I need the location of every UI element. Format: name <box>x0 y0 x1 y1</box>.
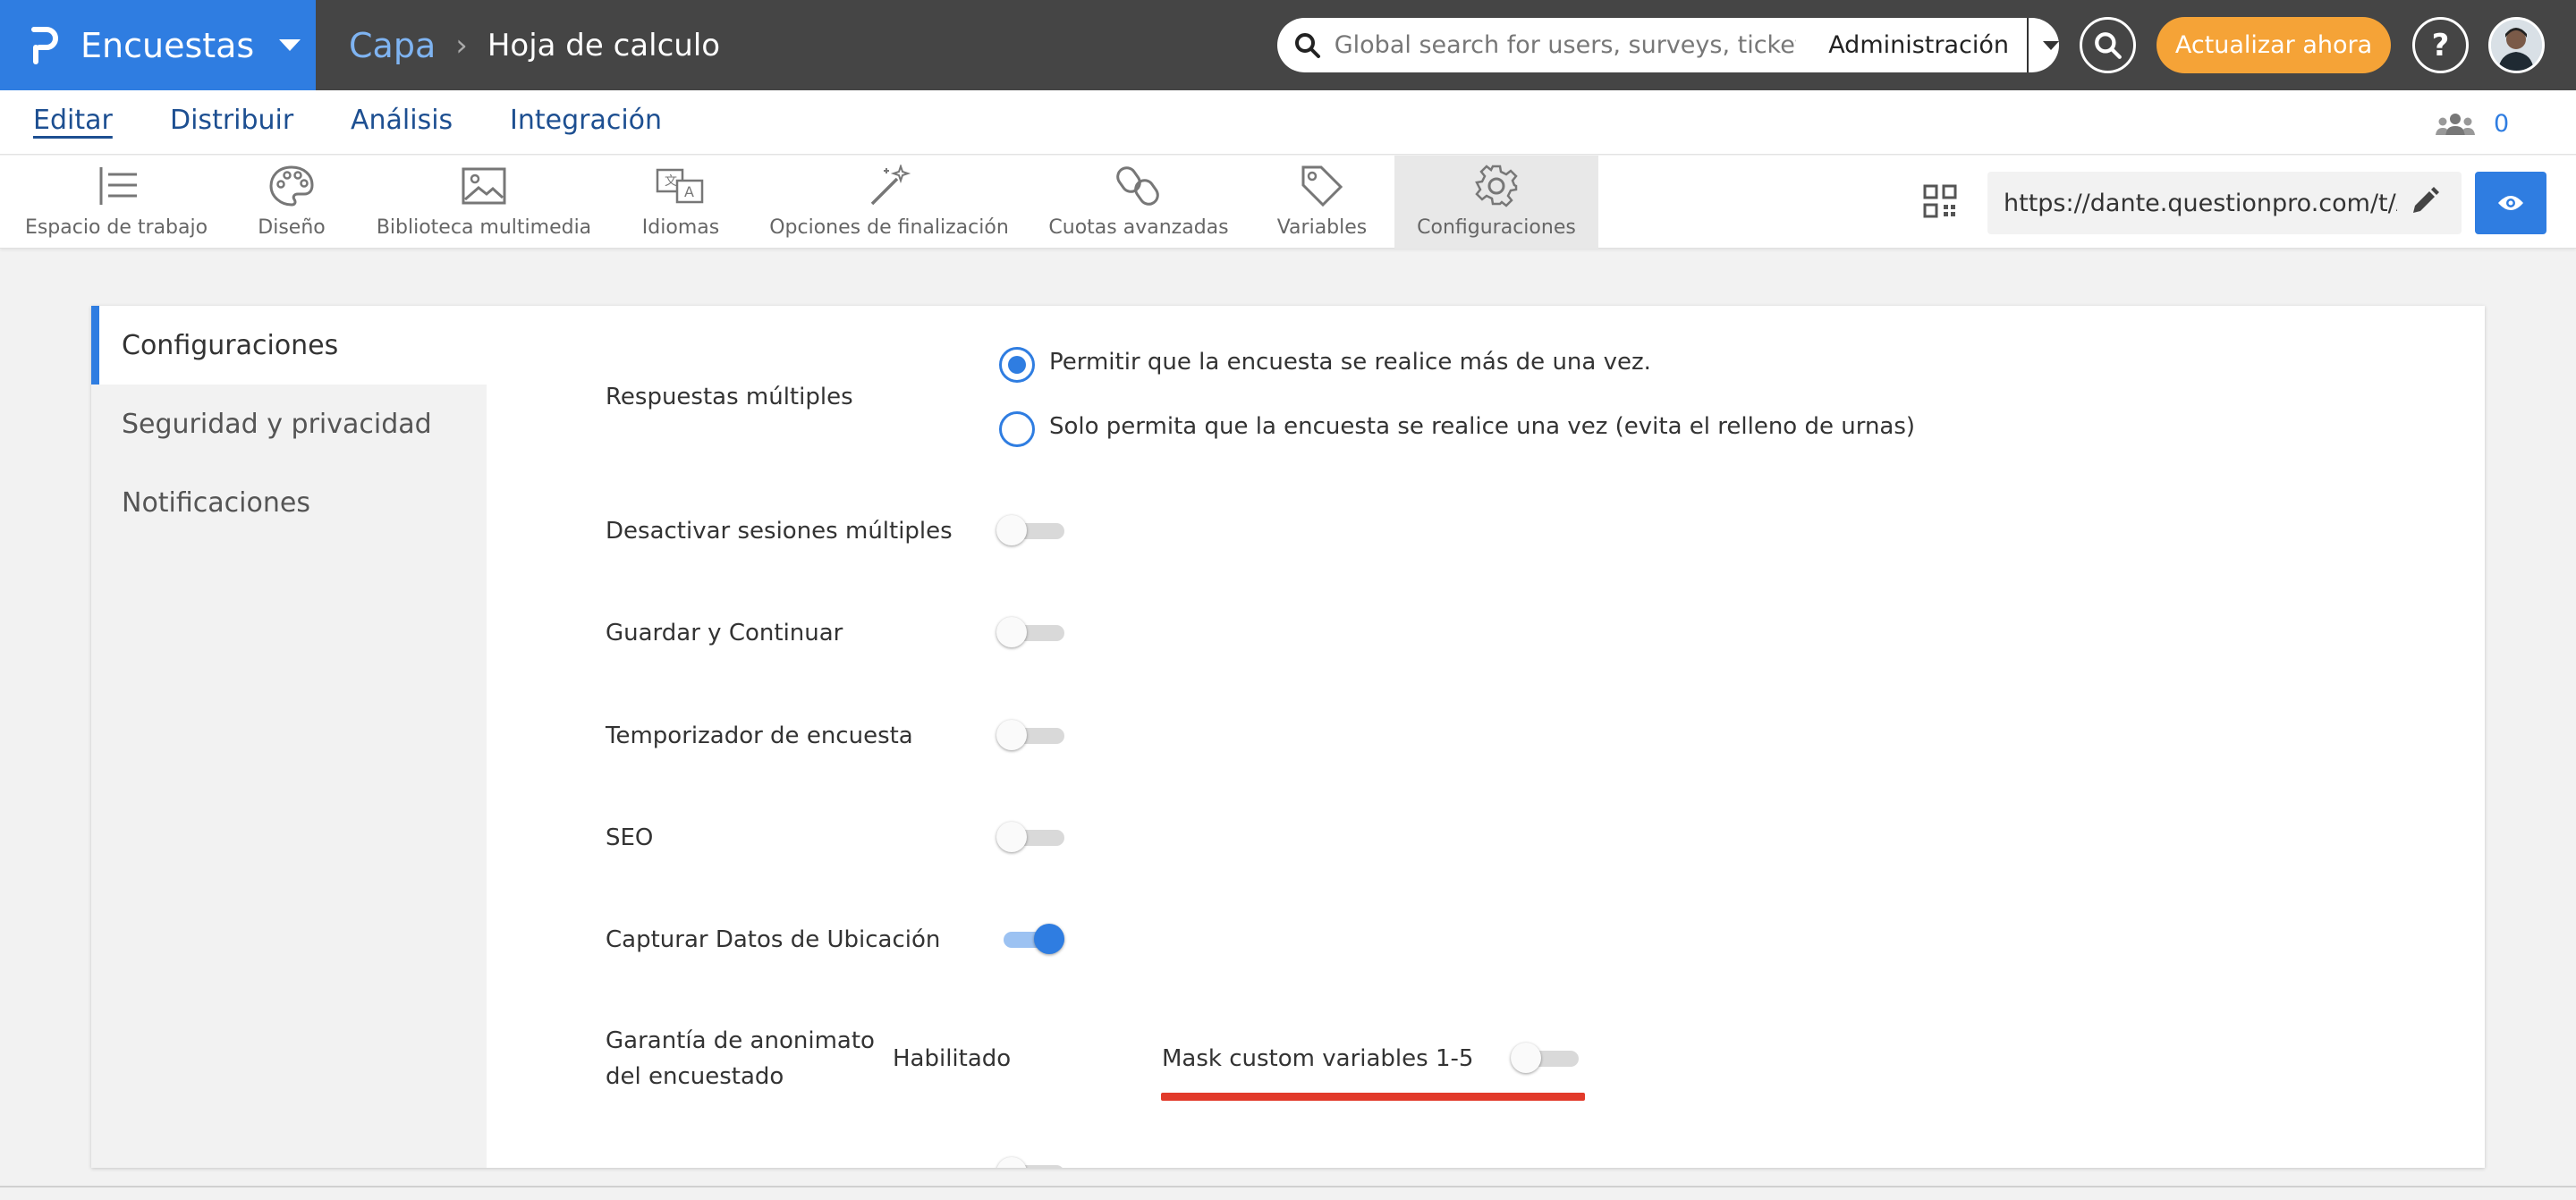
search-scope-label[interactable]: Administración <box>1828 31 2009 59</box>
collaborators[interactable]: 0 <box>2435 110 2509 138</box>
search-button[interactable] <box>2080 17 2136 73</box>
tool-label: Configuraciones <box>1417 216 1576 239</box>
radio-allow-multiple-label: Permitir que la encuesta se realice más … <box>1049 349 1651 376</box>
tool-advanced-quotas[interactable]: Cuotas avanzadas <box>1048 156 1229 249</box>
survey-url: https://dante.questionpro.com/t/AS <box>2004 189 2397 217</box>
pencil-icon[interactable] <box>2410 186 2440 220</box>
workspace-icon <box>94 163 139 209</box>
magic-wand-icon <box>867 163 911 209</box>
toggle-capture-location[interactable] <box>996 922 1068 958</box>
sidebar-item-notificaciones[interactable]: Notificaciones <box>91 463 487 542</box>
qr-code-icon[interactable] <box>1923 184 1957 222</box>
search-icon <box>1290 28 1326 63</box>
tool-label: Idiomas <box>641 216 720 239</box>
tab-analisis[interactable]: Análisis <box>351 105 453 136</box>
gear-icon <box>1474 163 1519 209</box>
toggle-label: Desactivar sesiones múltiples <box>606 518 953 545</box>
global-search: Administración <box>1277 18 2059 72</box>
multiple-responses-label: Respuestas múltiples <box>606 384 853 410</box>
svg-text:文: 文 <box>665 174 677 189</box>
sidebar-item-configuraciones[interactable]: Configuraciones <box>91 306 487 385</box>
survey-nav: Editar Distribuir Análisis Integración 0 <box>0 90 2576 155</box>
translate-icon: 文A <box>656 163 706 209</box>
caret-down-icon <box>279 39 301 51</box>
toggle-disable-multiple-sessions[interactable] <box>996 513 1068 549</box>
tool-label: Variables <box>1276 216 1368 239</box>
sidebar-item-seguridad[interactable]: Seguridad y privacidad <box>91 385 487 463</box>
top-bar: Encuestas Capa › Hoja de calculo Adminis… <box>0 0 2576 90</box>
radio-allow-once[interactable] <box>999 411 1035 447</box>
toggle-mask-custom-variables[interactable] <box>1511 1041 1582 1077</box>
link-icon <box>1116 163 1161 209</box>
breadcrumb-survey-title: Hoja de calculo <box>487 27 721 63</box>
toggle-save-continue[interactable] <box>996 615 1068 651</box>
product-title: Encuestas <box>80 25 255 65</box>
tool-label: Cuotas avanzadas <box>1048 216 1229 239</box>
collaborators-count: 0 <box>2494 110 2510 138</box>
palette-icon <box>268 163 315 209</box>
anonymity-label: Garantía de anonimato del encuestado <box>606 1027 875 1090</box>
tag-icon <box>1300 163 1344 209</box>
tool-design[interactable]: Diseño <box>247 156 336 249</box>
eye-icon <box>2498 196 2523 210</box>
radio-allow-once-label: Solo permita que la encuesta se realice … <box>1049 413 1916 440</box>
divider <box>0 1186 2576 1187</box>
tool-end-options[interactable]: Opciones de finalización <box>769 156 1009 249</box>
settings-card: Configuraciones Seguridad y privacidad N… <box>91 306 2485 1168</box>
tool-label: Opciones de finalización <box>769 216 1009 239</box>
questionpro-logo-icon <box>30 26 59 65</box>
users-group-icon <box>2436 113 2475 135</box>
svg-text:A: A <box>684 183 694 200</box>
help-button[interactable]: ? <box>2412 17 2469 73</box>
tab-integracion[interactable]: Integración <box>510 105 662 136</box>
toggle-label: Guardar y Continuar <box>606 620 843 646</box>
survey-url-field[interactable]: https://dante.questionpro.com/t/AS <box>1987 172 2462 234</box>
tool-label: Biblioteca multimedia <box>376 216 592 239</box>
product-switcher[interactable]: Encuestas <box>0 0 316 90</box>
toggle-seo[interactable] <box>996 820 1068 856</box>
toggle-label: Capturar Datos de Ubicación <box>606 926 941 953</box>
tool-workspace[interactable]: Espacio de trabajo <box>25 156 208 249</box>
tool-settings[interactable]: Configuraciones <box>1394 156 1598 249</box>
settings-sidebar: Configuraciones Seguridad y privacidad N… <box>91 306 487 1168</box>
toggle-survey-timer[interactable] <box>996 718 1068 754</box>
mask-variables-label: Mask custom variables 1-5 <box>1162 1045 1474 1072</box>
highlight-underline <box>1161 1093 1585 1101</box>
tab-distribuir[interactable]: Distribuir <box>170 105 293 136</box>
search-icon <box>2094 31 2122 59</box>
tool-label: Espacio de trabajo <box>24 216 208 239</box>
toggle-label: SEO <box>606 824 654 851</box>
toggle-label: Temporizador de encuesta <box>606 723 913 749</box>
tool-languages[interactable]: 文A Idiomas <box>639 156 723 249</box>
radio-allow-multiple[interactable] <box>999 347 1035 383</box>
divider <box>2027 18 2029 72</box>
tool-media-library[interactable]: Biblioteca multimedia <box>377 156 591 249</box>
scope-dropdown-icon[interactable] <box>2043 40 2059 50</box>
toggle-partial[interactable] <box>996 1155 1068 1168</box>
upgrade-button[interactable]: Actualizar ahora <box>2157 17 2391 73</box>
tab-editar[interactable]: Editar <box>33 105 113 136</box>
chevron-right-icon: › <box>455 27 468 63</box>
search-input[interactable] <box>1334 31 1797 59</box>
preview-button[interactable] <box>2475 172 2546 234</box>
anonymity-status: Habilitado <box>893 1045 1012 1072</box>
breadcrumb: Capa › Hoja de calculo <box>349 0 720 90</box>
breadcrumb-folder[interactable]: Capa <box>349 26 436 65</box>
avatar[interactable] <box>2488 17 2545 73</box>
image-icon <box>461 163 507 209</box>
tool-variables[interactable]: Variables <box>1272 156 1372 249</box>
tool-label: Diseño <box>258 216 326 239</box>
